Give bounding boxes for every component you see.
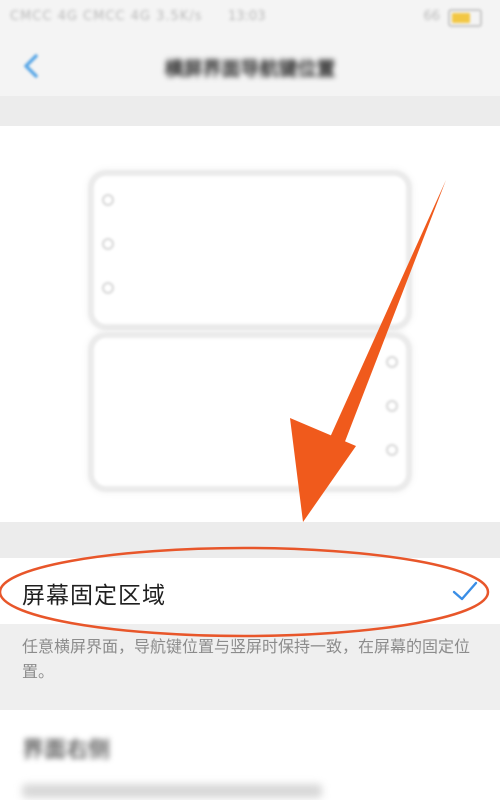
page-title: 横屏界面导航键位置 — [164, 58, 336, 80]
second-option-label: 界面右侧 — [22, 738, 111, 763]
section-divider — [0, 96, 500, 126]
nav-key-dot — [386, 444, 398, 456]
section-divider — [0, 522, 500, 558]
nav-key-dot — [102, 282, 114, 294]
option-description: 任意横屏界面，导航键位置与竖屏时保持一致，在屏幕的固定位置。 — [0, 624, 500, 710]
option-label: 屏幕固定区域 — [22, 583, 166, 609]
layout-illustration — [0, 126, 500, 522]
landscape-phone-illustration-top — [88, 170, 412, 330]
app-header: 横屏界面导航键位置 — [0, 36, 500, 96]
status-time: 13:03 — [228, 9, 266, 24]
right-side-option[interactable]: 界面右侧 — [0, 710, 500, 800]
battery-level: 66 — [423, 9, 440, 24]
phone-screen: CMCC 4G CMCC 4G 3.5K/s 13:03 66 横屏界面导航键位… — [0, 0, 500, 800]
option-description-text: 任意横屏界面，导航键位置与竖屏时保持一致，在屏幕的固定位置。 — [22, 637, 471, 681]
nav-key-dot — [386, 400, 398, 412]
nav-key-dot — [102, 194, 114, 206]
nav-key-dot — [386, 356, 398, 368]
blurred-description — [22, 784, 322, 798]
checkmark-icon — [452, 581, 478, 601]
landscape-phone-illustration-bottom — [88, 332, 412, 492]
battery-icon — [448, 9, 482, 27]
fixed-screen-area-option[interactable]: 屏幕固定区域 — [0, 558, 500, 624]
nav-key-dot — [102, 238, 114, 250]
status-bar: CMCC 4G CMCC 4G 3.5K/s 13:03 66 — [0, 0, 500, 36]
carrier-text: CMCC 4G CMCC 4G 3.5K/s — [10, 9, 203, 24]
